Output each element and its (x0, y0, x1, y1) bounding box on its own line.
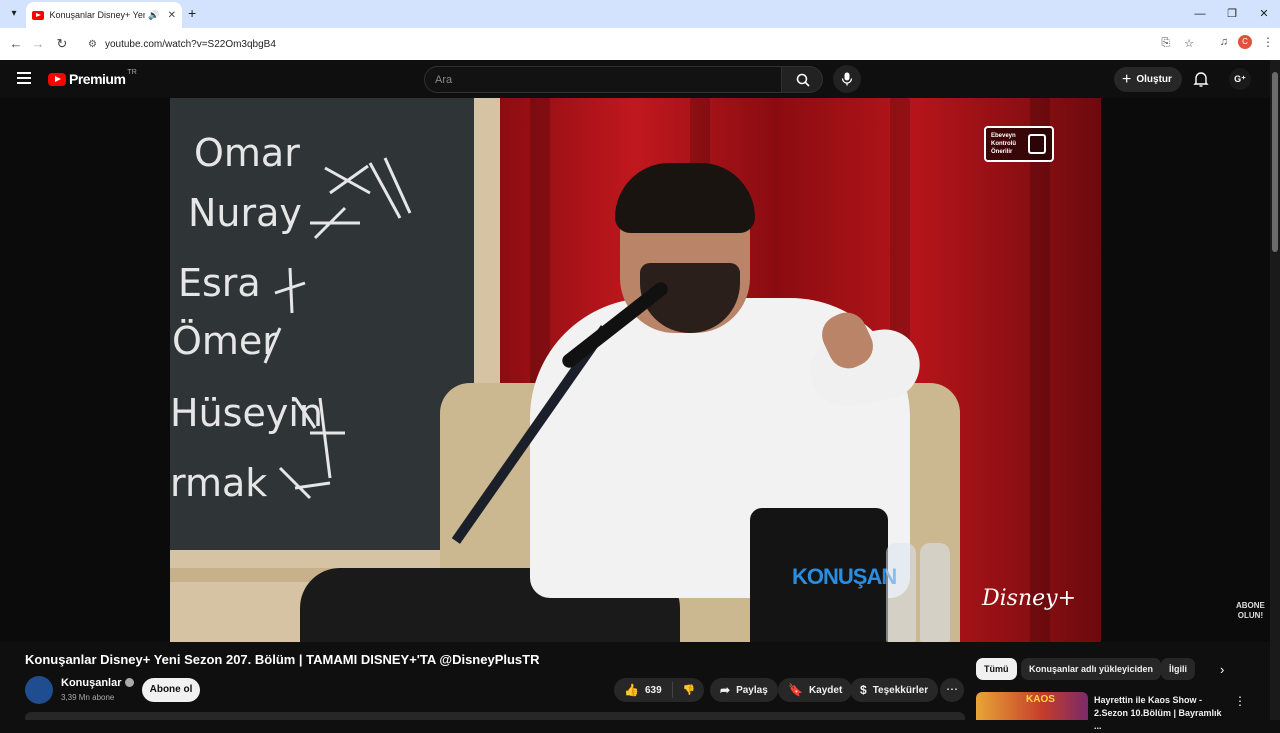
video-title: Konuşanlar Disney+ Yeni Sezon 207. Bölüm… (25, 652, 540, 667)
overlay-line: ABONE (1236, 601, 1265, 610)
bookmark-icon: 🔖 (788, 683, 803, 697)
restore-window-icon[interactable]: ❐ (1216, 0, 1248, 28)
search-input[interactable] (425, 67, 781, 92)
overlay-line: OLUN! (1237, 611, 1264, 620)
back-icon[interactable]: ← (8, 36, 24, 52)
share-icon: ➦ (720, 683, 731, 697)
create-label: Oluştur (1136, 74, 1172, 85)
subscribe-overlay-text: ABONE OLUN! (1236, 601, 1265, 621)
reload-icon[interactable]: ↻ (54, 36, 70, 52)
chip-from-uploader[interactable]: Konuşanlar adlı yükleyiciden (1021, 658, 1162, 680)
channel-avatar[interactable] (25, 676, 53, 704)
page-scrollbar[interactable] (1270, 60, 1280, 720)
close-window-icon[interactable]: ✕ (1248, 0, 1280, 28)
youtube-logo-icon (48, 72, 66, 86)
youtube-header: Premium TR + Oluştur G⁺ (0, 60, 1270, 98)
notifications-bell-icon[interactable] (1193, 71, 1209, 87)
video-player[interactable]: Omar Nuray Esra Ömer Hüseyin rmak KONUŞA… (0, 98, 1270, 642)
search-button[interactable] (781, 66, 823, 93)
channel-name: Konuşanlar (61, 677, 122, 689)
curtain-fold (1030, 98, 1050, 642)
lock-icon (1028, 134, 1046, 154)
thumbnail-text: KAOS (1026, 694, 1055, 705)
new-tab-button[interactable]: + (188, 5, 196, 21)
recommended-thumbnail[interactable]: KAOS (976, 692, 1088, 720)
board-name-3: Esra (178, 261, 261, 305)
chevron-right-icon[interactable]: › (1220, 662, 1224, 677)
voice-search-button[interactable] (833, 65, 861, 93)
create-button[interactable]: + Oluştur (1114, 67, 1182, 92)
account-avatar[interactable]: G⁺ (1229, 68, 1251, 90)
country-code: TR (127, 68, 137, 76)
thanks-button[interactable]: $ Teşekkürler (850, 678, 939, 702)
person-hair (615, 163, 755, 233)
url-text: youtube.com/watch?v=S22Om3qbgB4 (104, 38, 276, 50)
microphone-icon (841, 72, 853, 86)
scrollbar-thumb[interactable] (1272, 72, 1278, 252)
like-dislike-group: 👍 639 👎 (614, 678, 704, 702)
disney-plus-logo: Disney+ (982, 586, 1077, 611)
browser-menu-icon[interactable]: ⋮ (1262, 35, 1274, 49)
thumbs-down-icon: 👎 (682, 684, 696, 696)
recommended-title[interactable]: Hayrettin ile Kaos Show - 2.Sezon 10.Böl… (1094, 694, 1230, 733)
water-bottle (920, 543, 950, 642)
logo-text: Premium (69, 71, 126, 87)
chalk-writing: Omar Nuray Esra Ömer Hüseyin rmak (170, 131, 412, 505)
site-info-icon[interactable]: ⚙ (88, 39, 97, 50)
chalkboard: Omar Nuray Esra Ömer Hüseyin rmak (170, 98, 474, 550)
share-label: Paylaş (736, 684, 768, 696)
browser-tab-bar: ▾ Konuşanlar Disney+ Yeni Se 🔊 ✕ + — ❐ ✕ (0, 0, 1280, 28)
chip-related[interactable]: İlgili (1161, 658, 1195, 680)
profile-avatar[interactable]: C (1238, 35, 1252, 49)
menu-icon[interactable] (17, 72, 31, 84)
recommended-menu-icon[interactable]: ⋮ (1234, 694, 1246, 708)
media-controls-icon[interactable]: ♫ (1220, 36, 1228, 48)
board-name-4: Ömer (172, 319, 278, 363)
cup-brand-text: KONUŞAN (792, 564, 897, 589)
more-actions-button[interactable]: ⋯ (940, 678, 964, 702)
tab-list-chevron-icon[interactable]: ▾ (6, 6, 22, 22)
address-bar[interactable]: ⚙ youtube.com/watch?v=S22Om3qbgB4 (80, 31, 1200, 57)
search-box (424, 66, 782, 93)
save-button[interactable]: 🔖 Kaydet (778, 678, 853, 702)
share-button[interactable]: ➦ Paylaş (710, 678, 778, 702)
board-name-2: Nuray (188, 191, 302, 235)
minimize-window-icon[interactable]: — (1184, 0, 1216, 28)
thanks-label: Teşekkürler (872, 684, 929, 696)
parental-rating-badge: Ebeveyn Kontrolü Önerilir (984, 126, 1054, 162)
board-name-1: Omar (194, 131, 300, 175)
youtube-favicon-icon (32, 10, 44, 20)
tab-title: Konuşanlar Disney+ Yeni Se (49, 10, 146, 20)
forward-icon[interactable]: → (30, 36, 46, 52)
dislike-button[interactable]: 👎 (673, 685, 705, 696)
browser-toolbar: ← → ↻ ⚙ youtube.com/watch?v=S22Om3qbgB4 … (0, 28, 1280, 60)
like-count: 639 (644, 684, 662, 696)
close-tab-icon[interactable]: ✕ (168, 10, 176, 21)
verified-badge-icon (124, 678, 134, 687)
subscriber-count: 3,39 Mn abone (61, 693, 115, 702)
channel-name-link[interactable]: Konuşanlar (61, 677, 134, 689)
board-name-5: Hüseyin (170, 391, 323, 435)
branded-cup: KONUŞAN (750, 508, 897, 642)
save-label: Kaydet (808, 684, 843, 696)
browser-tab[interactable]: Konuşanlar Disney+ Yeni Se 🔊 ✕ (26, 2, 182, 28)
install-app-icon[interactable]: ⎘ (1161, 37, 1170, 50)
audio-playing-icon[interactable]: 🔊 (148, 10, 159, 21)
thumbs-up-icon: 👍 (624, 683, 639, 697)
like-button[interactable]: 👍 639 (614, 682, 673, 698)
video-frame[interactable]: Omar Nuray Esra Ömer Hüseyin rmak KONUŞA… (170, 98, 1101, 642)
description-box[interactable] (25, 712, 965, 720)
youtube-premium-logo[interactable]: Premium TR (48, 68, 137, 87)
board-name-6: rmak (170, 461, 267, 505)
bookmark-star-icon[interactable]: ☆ (1184, 37, 1194, 50)
search-icon (796, 73, 810, 87)
plus-icon: + (1122, 71, 1132, 88)
super-thanks-icon: $ (860, 683, 867, 697)
chip-all[interactable]: Tümü (976, 658, 1017, 680)
water-bottle (886, 543, 916, 642)
subscribe-button[interactable]: Abone ol (142, 678, 200, 702)
